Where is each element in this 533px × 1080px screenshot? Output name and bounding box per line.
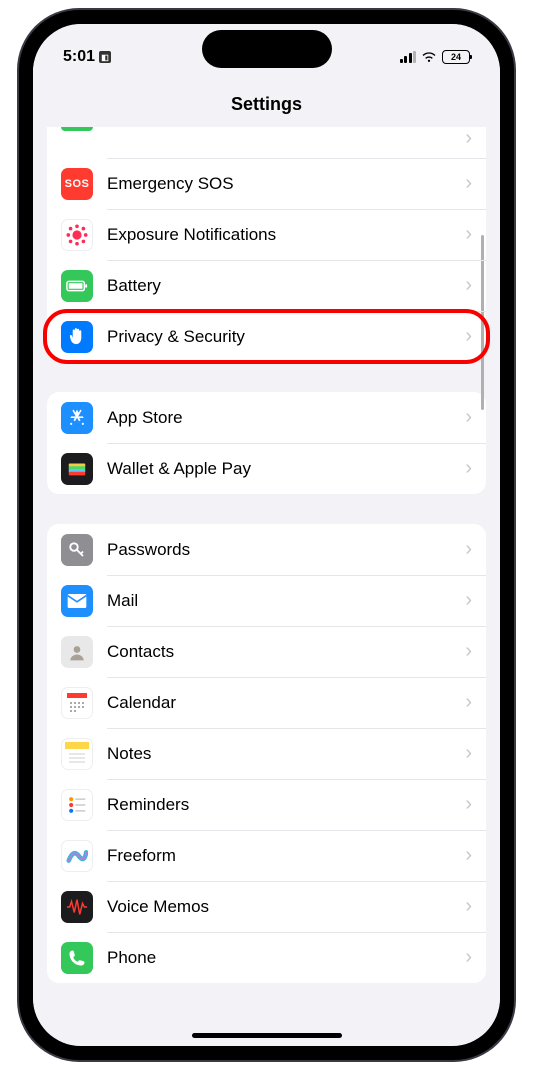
row-label: Wallet & Apple Pay	[107, 459, 451, 479]
cellular-signal-icon	[400, 51, 417, 63]
row-label: App Store	[107, 408, 451, 428]
phone-frame: 5:01 ◧ 24 Settings ›	[19, 10, 514, 1060]
settings-row-phone[interactable]: Phone ›	[47, 932, 486, 983]
location-indicator-icon: ◧	[99, 51, 111, 63]
battery-percent: 24	[451, 52, 461, 62]
chevron-right-icon: ›	[465, 457, 472, 480]
settings-row-notes[interactable]: Notes ›	[47, 728, 486, 779]
chevron-right-icon: ›	[465, 691, 472, 714]
row-label: Phone	[107, 948, 451, 968]
chevron-right-icon: ›	[465, 793, 472, 816]
chevron-right-icon: ›	[465, 640, 472, 663]
settings-row-contacts[interactable]: Contacts ›	[47, 626, 486, 677]
settings-row-voice-memos[interactable]: Voice Memos ›	[47, 881, 486, 932]
chevron-right-icon: ›	[465, 172, 472, 195]
chevron-right-icon: ›	[465, 844, 472, 867]
battery-icon: 24	[442, 50, 470, 64]
notes-icon	[61, 738, 93, 770]
partial-icon	[61, 127, 93, 131]
settings-row-partial[interactable]: ›	[47, 127, 486, 158]
settings-row-freeform[interactable]: Freeform ›	[47, 830, 486, 881]
dynamic-island	[202, 30, 332, 68]
page-title: Settings	[33, 80, 500, 127]
settings-row-emergency-sos[interactable]: SOS Emergency SOS ›	[47, 158, 486, 209]
settings-group-apps: Passwords › Mail › Contacts ›	[47, 524, 486, 983]
settings-row-privacy-security[interactable]: Privacy & Security ›	[47, 311, 486, 362]
chevron-right-icon: ›	[465, 274, 472, 297]
chevron-right-icon: ›	[465, 538, 472, 561]
wallet-icon	[61, 453, 93, 485]
row-label: Reminders	[107, 795, 451, 815]
settings-row-battery[interactable]: Battery ›	[47, 260, 486, 311]
settings-row-calendar[interactable]: Calendar ›	[47, 677, 486, 728]
chevron-right-icon: ›	[465, 589, 472, 612]
chevron-right-icon: ›	[465, 127, 472, 150]
row-label: Voice Memos	[107, 897, 451, 917]
settings-row-app-store[interactable]: App Store ›	[47, 392, 486, 443]
hand-icon	[61, 321, 93, 353]
chevron-right-icon: ›	[465, 223, 472, 246]
row-label: Notes	[107, 744, 451, 764]
screen: 5:01 ◧ 24 Settings ›	[33, 24, 500, 1046]
exposure-icon	[61, 219, 93, 251]
settings-row-passwords[interactable]: Passwords ›	[47, 524, 486, 575]
row-label: Emergency SOS	[107, 174, 451, 194]
chevron-right-icon: ›	[465, 895, 472, 918]
calendar-icon	[61, 687, 93, 719]
row-label: Battery	[107, 276, 451, 296]
settings-row-reminders[interactable]: Reminders ›	[47, 779, 486, 830]
row-label: Contacts	[107, 642, 451, 662]
phone-icon	[61, 942, 93, 974]
battery-icon	[61, 270, 93, 302]
row-label: Freeform	[107, 846, 451, 866]
settings-row-wallet-apple-pay[interactable]: Wallet & Apple Pay ›	[47, 443, 486, 494]
app-store-icon	[61, 402, 93, 434]
freeform-icon	[61, 840, 93, 872]
wifi-icon	[421, 51, 437, 63]
mail-icon	[61, 585, 93, 617]
reminders-icon	[61, 789, 93, 821]
settings-row-mail[interactable]: Mail ›	[47, 575, 486, 626]
chevron-right-icon: ›	[465, 325, 472, 348]
settings-list[interactable]: › SOS Emergency SOS › Exposure Notificat…	[33, 127, 500, 1045]
contacts-icon	[61, 636, 93, 668]
settings-row-exposure-notifications[interactable]: Exposure Notifications ›	[47, 209, 486, 260]
home-indicator[interactable]	[192, 1033, 342, 1038]
voice-memos-icon	[61, 891, 93, 923]
row-label: Calendar	[107, 693, 451, 713]
settings-group-system: › SOS Emergency SOS › Exposure Notificat…	[47, 127, 486, 362]
settings-group-store: App Store › Wallet & Apple Pay ›	[47, 392, 486, 494]
row-label: Exposure Notifications	[107, 225, 451, 245]
clock: 5:01	[63, 48, 95, 66]
chevron-right-icon: ›	[465, 406, 472, 429]
row-label: Mail	[107, 591, 451, 611]
sos-icon: SOS	[61, 168, 93, 200]
chevron-right-icon: ›	[465, 742, 472, 765]
row-label: Passwords	[107, 540, 451, 560]
chevron-right-icon: ›	[465, 946, 472, 969]
key-icon	[61, 534, 93, 566]
row-label: Privacy & Security	[107, 327, 451, 347]
